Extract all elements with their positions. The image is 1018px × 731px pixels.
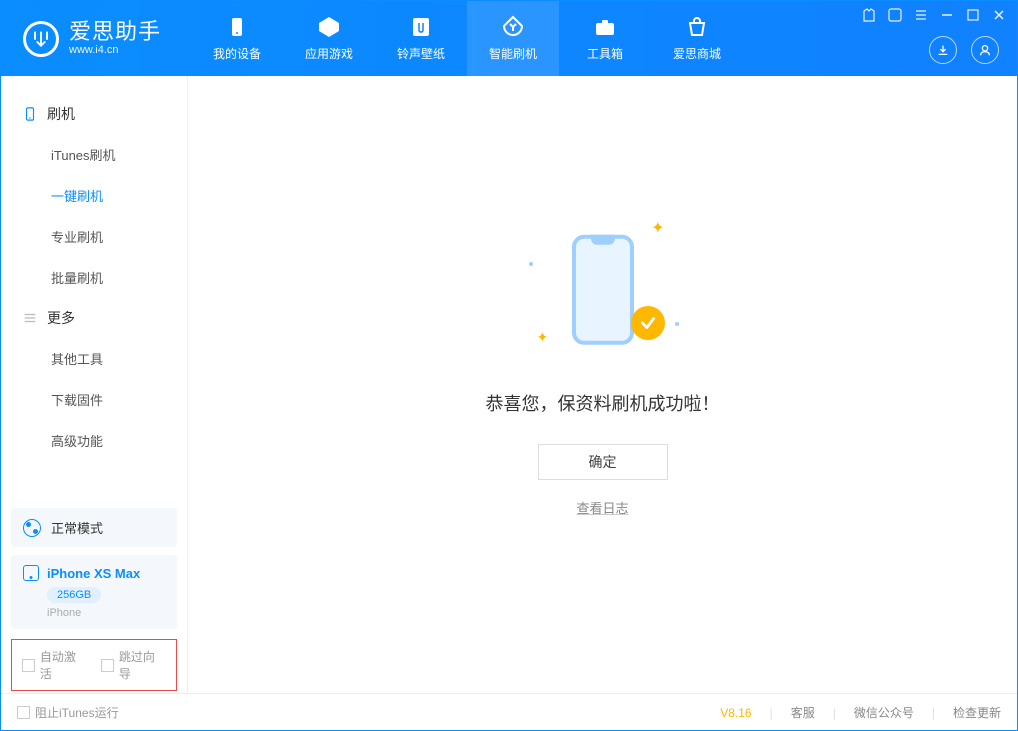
skin-icon[interactable] [861,7,877,23]
sidebar-item-advanced[interactable]: 高级功能 [51,420,187,461]
checkbox-icon [22,659,35,672]
app-title: 爱思助手 [69,21,161,43]
dot-decoration [529,262,533,266]
device-info-box[interactable]: iPhone XS Max 256GB iPhone [11,555,177,629]
tab-smart-flash[interactable]: 智能刷机 [467,1,559,76]
sidebar-item-download-firmware[interactable]: 下载固件 [51,379,187,420]
tab-apps-games[interactable]: 应用游戏 [283,1,375,76]
success-message: 恭喜您，保资料刷机成功啦！ [486,390,720,416]
minimize-icon[interactable] [939,7,955,23]
sparkle-icon: ✦ [651,218,664,238]
view-log-link[interactable]: 查看日志 [576,498,628,517]
main-tabs: 我的设备 应用游戏 铃声壁纸 智能刷机 工具箱 爱思商城 [191,1,743,76]
sidebar-item-oneclick-flash[interactable]: 一键刷机 [51,175,187,216]
user-account-icon[interactable] [971,36,999,64]
checkbox-auto-activate[interactable]: 自动激活 [22,648,87,682]
mode-icon [23,519,41,537]
phone-icon [23,107,37,121]
header-right-buttons [929,36,999,64]
tab-my-device[interactable]: 我的设备 [191,1,283,76]
tab-toolbox[interactable]: 工具箱 [559,1,651,76]
device-mode-label: 正常模式 [51,518,103,537]
list-icon [23,311,37,325]
sidebar-item-other-tools[interactable]: 其他工具 [51,338,187,379]
device-icon [23,565,39,581]
device-type: iPhone [47,607,165,619]
checkbox-skip-guide[interactable]: 跳过向导 [101,648,166,682]
sidebar-item-batch-flash[interactable]: 批量刷机 [51,257,187,298]
phone-illustration [572,235,634,345]
sidebar-category-flash: 刷机 [1,94,187,134]
device-mode-box[interactable]: 正常模式 [11,508,177,547]
sparkle-icon: ✦ [537,329,549,346]
sidebar-item-itunes-flash[interactable]: iTunes刷机 [51,134,187,175]
footer-link-wechat[interactable]: 微信公众号 [854,704,914,721]
header-bar: 爱思助手 www.i4.cn 我的设备 应用游戏 铃声壁纸 智能刷机 工具箱 爱… [1,1,1017,76]
device-capacity: 256GB [47,587,101,603]
footer-link-support[interactable]: 客服 [791,704,815,721]
footer-bar: 阻止iTunes运行 V8.16 | 客服 | 微信公众号 | 检查更新 [1,693,1017,731]
app-subtitle: www.i4.cn [69,45,161,56]
main-content: ✦ ✦ 恭喜您，保资料刷机成功啦！ 确定 查看日志 [188,76,1017,693]
footer-link-update[interactable]: 检查更新 [953,704,1001,721]
window-controls [861,7,1007,23]
dot-decoration [675,322,679,326]
close-icon[interactable] [991,7,1007,23]
checkbox-block-itunes[interactable]: 阻止iTunes运行 [17,704,119,721]
tab-store[interactable]: 爱思商城 [651,1,743,76]
version-label: V8.16 [720,706,751,720]
device-name: iPhone XS Max [47,566,140,581]
sidebar: 刷机 iTunes刷机 一键刷机 专业刷机 批量刷机 更多 其他工具 下载固件 … [1,76,188,693]
menu-icon[interactable] [913,7,929,23]
tab-ringtone-wallpaper[interactable]: 铃声壁纸 [375,1,467,76]
download-manager-icon[interactable] [929,36,957,64]
success-check-icon [631,306,665,340]
sidebar-item-pro-flash[interactable]: 专业刷机 [51,216,187,257]
sidebar-category-more: 更多 [1,298,187,338]
checkbox-icon [17,706,30,719]
success-illustration: ✦ ✦ [523,212,683,372]
maximize-icon[interactable] [965,7,981,23]
flash-options-row: 自动激活 跳过向导 [11,639,177,691]
app-logo: 爱思助手 www.i4.cn [1,21,191,57]
checkbox-icon [101,659,114,672]
ok-button[interactable]: 确定 [538,444,668,480]
logo-icon [23,21,59,57]
feedback-icon[interactable] [887,7,903,23]
